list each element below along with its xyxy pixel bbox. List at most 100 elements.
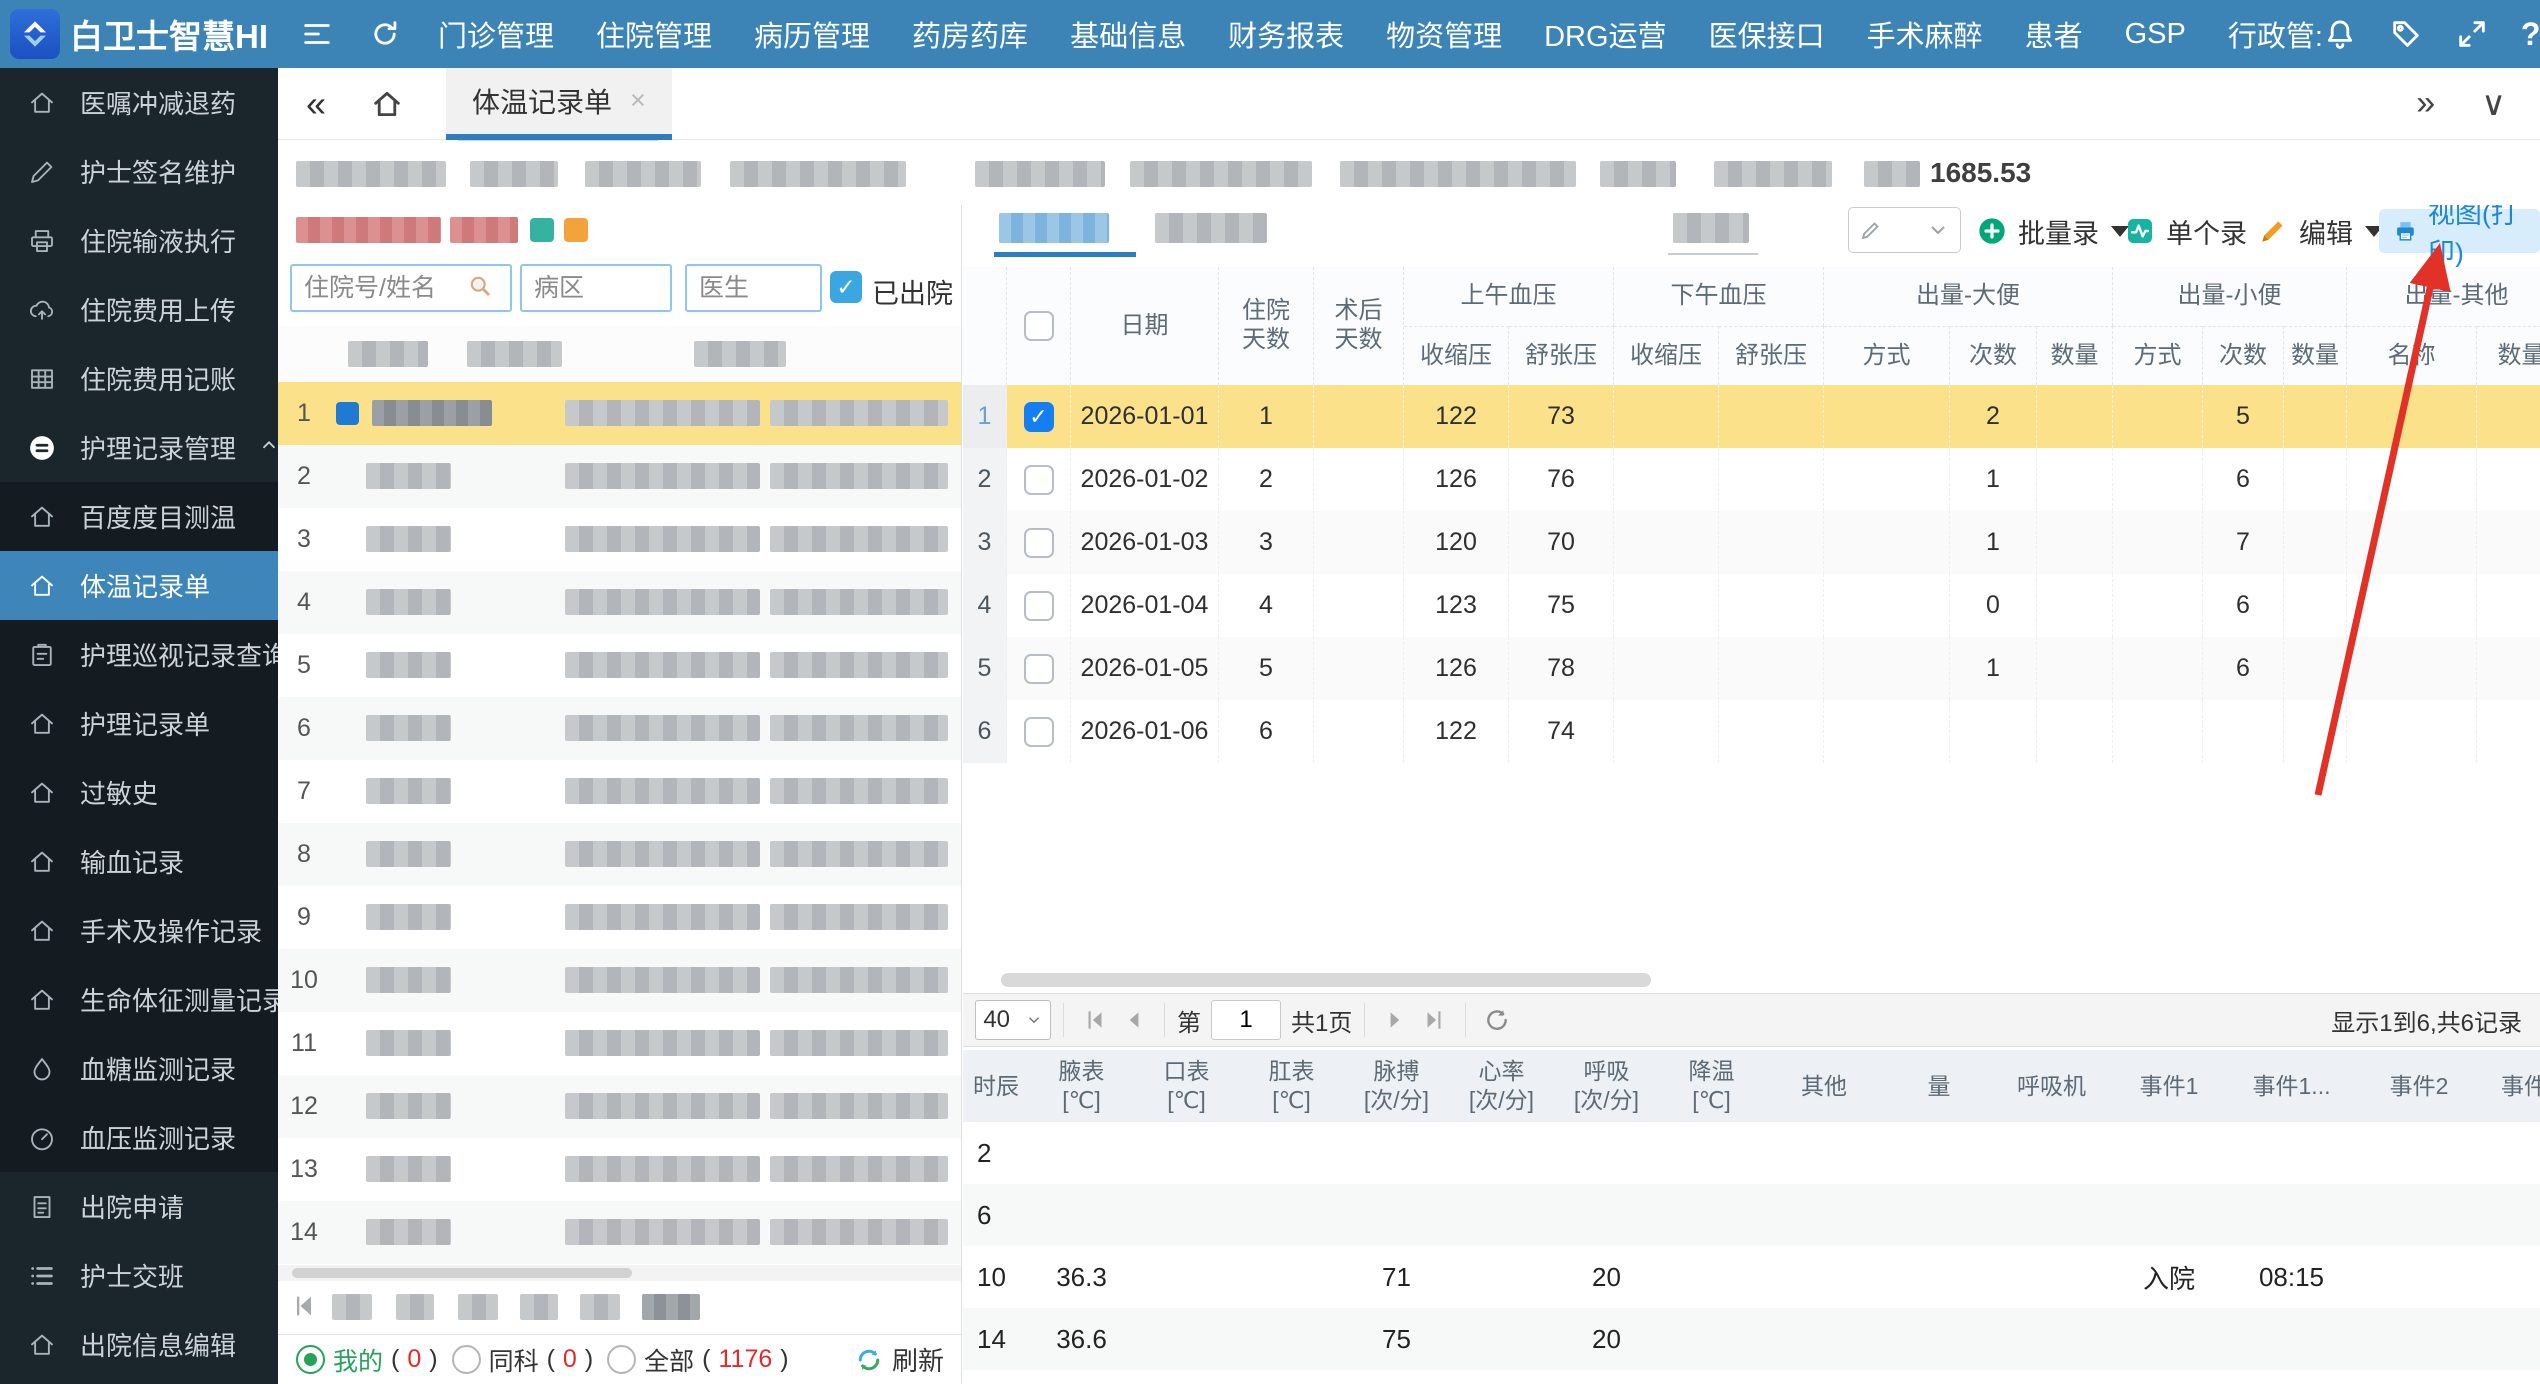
record-row[interactable]: 6 2026-01-06 6 122 74 (963, 700, 2540, 763)
vitals-row[interactable]: 6 (963, 1184, 2540, 1246)
sidebar-item-blood-pressure-record[interactable]: 血压监测记录 (0, 1103, 278, 1172)
dropdown-redacted[interactable] (1673, 213, 1749, 243)
record-row[interactable]: 5 2026-01-05 5 126 78 1 (963, 637, 2540, 700)
patient-row[interactable]: 7 (278, 760, 962, 823)
home-tab-icon[interactable] (370, 87, 404, 121)
topbar-nav-item[interactable]: 财务报表 (1228, 13, 1344, 55)
patient-row[interactable]: 4 (278, 571, 962, 634)
filter-radio-option[interactable]: 全部( 1176) (607, 1342, 788, 1378)
sidebar-item-nursing-record-sheet[interactable]: 护理记录单 (0, 689, 278, 758)
help-icon[interactable]: ? (2521, 16, 2540, 53)
search-icon[interactable] (466, 272, 494, 300)
topbar-nav-item[interactable]: GSP (2125, 18, 2186, 51)
sidebar-item-nurse-signature[interactable]: 护士签名维护 (0, 137, 278, 206)
edit-mode-combo[interactable] (1848, 207, 1961, 253)
sidebar-item-fee-upload[interactable]: 住院费用上传 (0, 275, 278, 344)
select-all-checkbox[interactable] (1024, 311, 1054, 341)
sidebar-group-nursing-records[interactable]: 护理记录管理 (0, 413, 278, 482)
patient-row[interactable]: 14 (278, 1201, 962, 1264)
topbar-nav-item[interactable]: 物资管理 (1386, 13, 1502, 55)
discharged-checkbox[interactable] (830, 271, 862, 303)
sidebar-item-surgery-operation-record[interactable]: 手术及操作记录 (0, 896, 278, 965)
row-checkbox[interactable] (1024, 528, 1054, 558)
patient-row[interactable]: 9 (278, 886, 962, 949)
sidebar-item-allergy-history[interactable]: 过敏史 (0, 758, 278, 827)
row-checkbox[interactable] (1024, 591, 1054, 621)
menu-fold-icon[interactable] (300, 17, 334, 51)
tag-icon[interactable] (2389, 17, 2423, 51)
vitals-row[interactable]: 14 36.6 75 20 (963, 1308, 2540, 1370)
patient-row[interactable]: 13 (278, 1138, 962, 1201)
row-checkbox[interactable] (1024, 654, 1054, 684)
batch-entry-button[interactable]: 批量录 (1976, 209, 2129, 253)
tab-list-caret-icon[interactable]: ∨ (2481, 84, 2506, 124)
sidebar-item-medical-order-refund[interactable]: 医嘱冲减退药 (0, 68, 278, 137)
topbar-nav-item[interactable]: 病历管理 (754, 13, 870, 55)
topbar-nav-item[interactable]: 门诊管理 (438, 13, 554, 55)
page-number-input[interactable] (1211, 1000, 1281, 1040)
refresh-button[interactable]: 刷新 (854, 1341, 944, 1378)
record-row[interactable]: 3 2026-01-03 3 120 70 1 (963, 511, 2540, 574)
single-entry-button[interactable]: 单个录 (2124, 209, 2247, 253)
sidebar-item-nursing-patrol-query[interactable]: 护理巡视记录查询 (0, 620, 278, 689)
patient-row[interactable]: 12 (278, 1075, 962, 1138)
vitals-row[interactable]: 2 (963, 1122, 2540, 1184)
edit-button[interactable]: 编辑 (2257, 209, 2383, 253)
patient-row[interactable]: 3 (278, 508, 962, 571)
record-row[interactable]: 4 2026-01-04 4 123 75 0 (963, 574, 2540, 637)
scrollbar-thumb[interactable] (1001, 973, 1651, 987)
last-page-icon[interactable] (1421, 1007, 1447, 1033)
topbar-nav-item[interactable]: 药房药库 (912, 13, 1028, 55)
collapse-tabs-icon[interactable]: « (306, 83, 326, 125)
scroll-tabs-right-icon[interactable]: » (2416, 84, 2435, 123)
sidebar-item-fee-accounting[interactable]: 住院费用记账 (0, 344, 278, 413)
patient-row[interactable]: 10 (278, 949, 962, 1012)
tab-temperature-record[interactable]: 体温记录单 × (446, 68, 672, 140)
sidebar-item-temperature-record-sheet[interactable]: 体温记录单 (0, 551, 278, 620)
record-row[interactable]: 1 2026-01-01 1 122 73 2 (963, 385, 2540, 448)
record-row[interactable]: 2 2026-01-02 2 126 76 1 (963, 448, 2540, 511)
patient-row[interactable]: 11 (278, 1012, 962, 1075)
sidebar-item-temperature-screening[interactable]: 百度度目测温 (0, 482, 278, 551)
first-page-icon[interactable] (1082, 1007, 1108, 1033)
topbar-nav-item[interactable]: 患者 (2025, 13, 2083, 55)
view-print-button[interactable]: 视图(打印) (2379, 209, 2540, 253)
filter-radio-option[interactable]: 同科( 0) (452, 1342, 594, 1378)
topbar-nav-item[interactable]: 医保接口 (1709, 13, 1825, 55)
topbar-nav-item[interactable]: DRG运营 (1544, 13, 1666, 55)
topbar-nav-item[interactable]: 住院管理 (596, 13, 712, 55)
scrollbar-thumb[interactable] (292, 1268, 632, 1278)
sidebar-item-discharge-info-edit[interactable]: 出院信息编辑 (0, 1310, 278, 1379)
next-page-icon[interactable] (1383, 1007, 1409, 1033)
row-checkbox[interactable] (1024, 402, 1054, 432)
sidebar-item-discharge-application[interactable]: 出院申请 (0, 1172, 278, 1241)
fullscreen-icon[interactable] (2455, 17, 2489, 51)
sidebar-item-vital-signs-record[interactable]: 生命体征测量记录 (0, 965, 278, 1034)
topbar-nav-item[interactable]: 手术麻醉 (1867, 13, 1983, 55)
row-checkbox[interactable] (1024, 465, 1054, 495)
topbar-nav-item[interactable]: 基础信息 (1070, 13, 1186, 55)
subtab-active-redacted[interactable] (999, 213, 1109, 243)
tab-close-icon[interactable]: × (630, 85, 646, 116)
patient-row[interactable]: 2 (278, 445, 962, 508)
refresh-icon[interactable] (368, 17, 402, 51)
first-page-icon[interactable] (290, 1292, 318, 1325)
filter-radio-option[interactable]: 我的( 0) (296, 1342, 438, 1378)
patient-row[interactable]: 1 (278, 382, 962, 445)
page-size-select[interactable]: 40 (975, 1000, 1051, 1040)
doctor-search-input[interactable] (685, 264, 822, 312)
sidebar-item-transfusion-record[interactable]: 输血记录 (0, 827, 278, 896)
notification-bell-icon[interactable] (2323, 17, 2357, 51)
patient-row[interactable]: 6 (278, 697, 962, 760)
sidebar-item-nurse-handover[interactable]: 护士交班 (0, 1241, 278, 1310)
sidebar-item-infusion-execution[interactable]: 住院输液执行 (0, 206, 278, 275)
patient-row[interactable]: 8 (278, 823, 962, 886)
sidebar-item-blood-glucose-record[interactable]: 血糖监测记录 (0, 1034, 278, 1103)
subtab-redacted[interactable] (1155, 213, 1267, 243)
topbar-nav-item[interactable]: 行政管: (2228, 13, 2323, 55)
row-checkbox[interactable] (1024, 717, 1054, 747)
prev-page-icon[interactable] (1120, 1007, 1146, 1033)
reload-icon[interactable] (1484, 1007, 1510, 1033)
ward-search-input[interactable] (520, 264, 672, 312)
vitals-row[interactable]: 10 36.3 71 20 入院 08:15 (963, 1246, 2540, 1308)
